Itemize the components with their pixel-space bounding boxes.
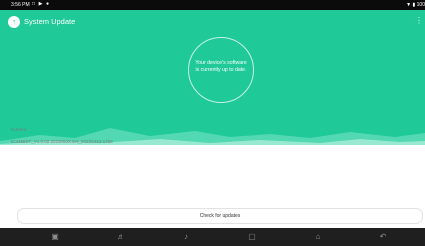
navigation-bar: ▣ ♬ ♪ ▢ ⌂ ↶ (0, 228, 425, 246)
status-time: 3:56 PM (11, 2, 30, 8)
status-message: Your device's software is currently up t… (180, 60, 262, 73)
page-title: System Update (24, 17, 76, 26)
message-icon: □ (31, 1, 36, 7)
back-icon[interactable]: ↶ (378, 232, 388, 242)
status-bar: 3:56 PM □ ▶ ● ▼ ▮ 100 (0, 0, 425, 10)
more-vert-icon[interactable]: ⋮ (415, 15, 423, 27)
check-for-updates-button[interactable]: Check for updates (17, 208, 423, 224)
status-message-line2: is currently up to date. (195, 66, 247, 73)
current-version-value: IC4458ST_V1.0.02.2023050X.EN_20220413-14… (11, 139, 113, 144)
home-icon[interactable]: ⌂ (313, 232, 323, 242)
recent-apps-icon[interactable]: ▢ (247, 232, 257, 242)
current-version-section: Current IC4458ST_V1.0.02.2023050X.EN_202… (11, 127, 113, 144)
battery-icon: ▮ (412, 2, 416, 8)
battery-indicator: ▼ ▮ 100 (406, 2, 425, 8)
battery-level: 100 (416, 2, 425, 8)
screenshot-icon[interactable]: ▣ (50, 232, 60, 242)
volume-up-icon[interactable]: ♪ (181, 232, 191, 242)
update-icon: ↑ (8, 16, 20, 28)
settings-icon: ● (45, 1, 50, 7)
current-version-label: Current (11, 127, 27, 132)
play-icon: ▶ (38, 1, 43, 7)
wifi-icon: ▼ (406, 2, 412, 8)
volume-down-icon[interactable]: ♬ (116, 232, 126, 242)
app-bar: ↑ System Update ⋮ (0, 10, 425, 34)
